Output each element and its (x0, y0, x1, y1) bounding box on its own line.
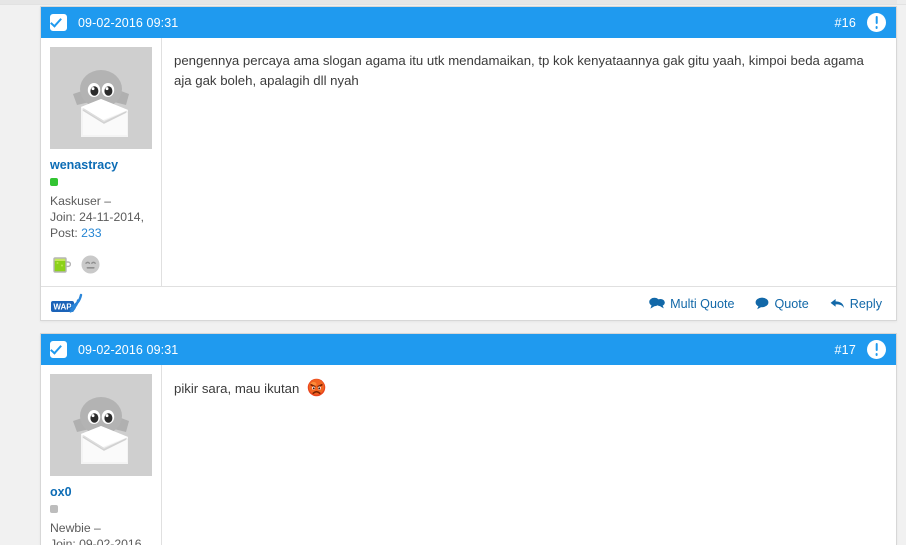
user-join-date: Join: 09-02-2016, (50, 537, 145, 545)
reply-label: Reply (849, 296, 882, 311)
post-count-label: Post: (50, 226, 78, 240)
default-avatar-mascot-envelope-icon (50, 374, 152, 476)
post-number[interactable]: #16 (835, 16, 856, 30)
post-message: pengennya percaya ama slogan agama itu u… (162, 38, 896, 286)
checkbox-checked-icon[interactable] (49, 340, 69, 360)
reply-arrow-icon (830, 299, 844, 308)
username-link[interactable]: ox0 (50, 485, 153, 499)
top-strip-fill (0, 0, 897, 4)
user-info-block: ox0 Newbie – Join: 09-02-2016, (41, 365, 162, 545)
post-header: 09-02-2016 09:31 #16 (41, 7, 896, 38)
message-text: pengennya percaya ama slogan agama itu u… (174, 53, 864, 88)
reply-button[interactable]: Reply (830, 297, 882, 311)
message-text: pikir sara, mau ikutan (174, 381, 300, 396)
user-rank: Kaskuser – (50, 194, 111, 208)
speech-bubble-icon (756, 297, 769, 310)
user-post-count: Post: 233 (50, 225, 153, 241)
cendol-mug-icon[interactable] (50, 254, 71, 275)
svg-text:WAP: WAP (53, 302, 72, 311)
default-avatar-mascot-envelope-icon (50, 47, 152, 149)
post-card: 09-02-2016 09:31 #16 wenastracy Kaskuser… (40, 6, 897, 321)
post-card: 09-02-2016 09:31 #17 ox0 Newbie – Join: … (40, 333, 897, 545)
report-exclamation-icon[interactable] (867, 13, 886, 32)
post-date: 09-02-2016 09:31 (78, 15, 179, 30)
username-link[interactable]: wenastracy (50, 158, 153, 172)
user-info-block: wenastracy Kaskuser – Join: 24-11-2014, … (41, 38, 162, 286)
forum-thread-page: 09-02-2016 09:31 #16 wenastracy Kaskuser… (0, 0, 906, 545)
post-date: 09-02-2016 09:31 (78, 342, 179, 357)
quote-label: Quote (774, 296, 809, 311)
user-rank: Newbie – (50, 521, 101, 535)
report-exclamation-icon[interactable] (867, 340, 886, 359)
post-count-value[interactable]: 233 (81, 226, 101, 240)
user-badges (50, 254, 153, 275)
post-header: 09-02-2016 09:31 #17 (41, 334, 896, 365)
gray-smiley-icon[interactable] (80, 254, 101, 275)
user-join-date: Join: 24-11-2014, (50, 210, 144, 224)
offline-status-dot (50, 505, 58, 513)
checkbox-checked-icon[interactable] (49, 13, 69, 33)
user-meta: Newbie – Join: 09-02-2016, (50, 520, 153, 545)
post-footer: WAP Multi Quote Quote Reply (41, 286, 896, 320)
post-body: ox0 Newbie – Join: 09-02-2016, pikir sar… (41, 365, 896, 545)
post-body: wenastracy Kaskuser – Join: 24-11-2014, … (41, 38, 896, 286)
user-meta: Kaskuser – Join: 24-11-2014, Post: 233 (50, 193, 153, 241)
online-status-dot (50, 178, 58, 186)
post-message: pikir sara, mau ikutan (162, 365, 896, 545)
multi-quote-button[interactable]: Multi Quote (649, 297, 734, 311)
multi-quote-label: Multi Quote (670, 296, 735, 311)
wap-badge-icon[interactable]: WAP (50, 293, 88, 315)
avatar[interactable] (50, 374, 152, 476)
avatar[interactable] (50, 47, 152, 149)
angry-face-emoji-icon (307, 378, 326, 397)
multi-speech-bubble-icon (649, 297, 665, 309)
quote-button[interactable]: Quote (755, 296, 809, 311)
post-number[interactable]: #17 (835, 343, 856, 357)
top-strip (0, 0, 906, 5)
